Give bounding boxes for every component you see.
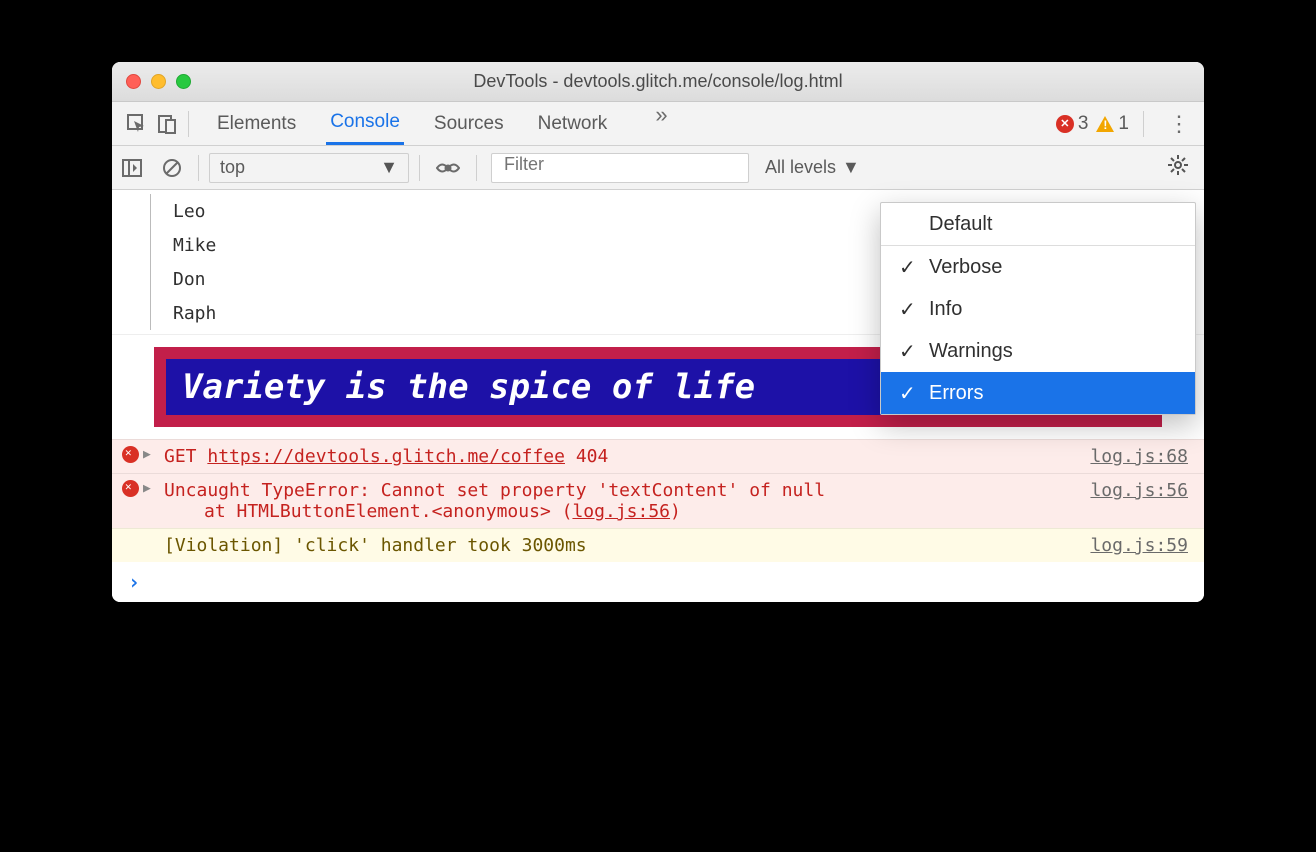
- stack-suffix: ): [670, 501, 681, 522]
- console-toolbar: top ▼ All levels ▼: [112, 146, 1204, 190]
- levels-menu-verbose[interactable]: Verbose: [881, 246, 1195, 288]
- error-count: 3: [1078, 113, 1089, 135]
- divider: [419, 155, 420, 181]
- levels-menu-info[interactable]: Info: [881, 288, 1195, 330]
- disclosure-triangle-icon[interactable]: ▶: [143, 481, 151, 496]
- levels-menu-default[interactable]: Default: [881, 203, 1195, 245]
- titlebar: DevTools - devtools.glitch.me/console/lo…: [112, 62, 1204, 102]
- warning-icon: [1096, 116, 1114, 132]
- source-link[interactable]: log.js:59: [1090, 535, 1188, 556]
- divider: [476, 155, 477, 181]
- inspect-element-icon[interactable]: [122, 114, 152, 134]
- source-link[interactable]: log.js:56: [572, 501, 670, 522]
- menu-item-label: Info: [929, 298, 962, 321]
- panel-tabs: Elements Console Sources Network »: [213, 102, 668, 145]
- http-status: 404: [576, 446, 609, 467]
- disclosure-triangle-icon[interactable]: ▶: [143, 447, 151, 462]
- divider: [1143, 111, 1144, 137]
- devtools-window: DevTools - devtools.glitch.me/console/lo…: [112, 62, 1204, 602]
- close-window-button[interactable]: [126, 74, 141, 89]
- console-violation-row[interactable]: [Violation] 'click' handler took 3000ms …: [112, 528, 1204, 562]
- source-link[interactable]: log.js:68: [1090, 446, 1188, 467]
- window-title: DevTools - devtools.glitch.me/console/lo…: [112, 71, 1204, 92]
- error-icon: [122, 446, 139, 463]
- main-tabbar: Elements Console Sources Network » 3 1 ⋮: [112, 102, 1204, 146]
- levels-menu-warnings[interactable]: Warnings: [881, 330, 1195, 372]
- warning-count-badge[interactable]: 1: [1096, 113, 1129, 135]
- error-icon: [1056, 115, 1074, 133]
- log-levels-select[interactable]: All levels ▼: [757, 157, 868, 178]
- device-toolbar-icon[interactable]: [152, 114, 182, 134]
- console-prompt[interactable]: ›: [112, 562, 1204, 602]
- maximize-window-button[interactable]: [176, 74, 191, 89]
- log-levels-menu: Default Verbose Info Warnings Errors: [880, 202, 1196, 415]
- error-icon: [122, 480, 139, 497]
- divider: [188, 111, 189, 137]
- console-error-row[interactable]: ▶ Uncaught TypeError: Cannot set propert…: [112, 473, 1204, 528]
- menu-item-label: Warnings: [929, 340, 1013, 363]
- error-message: Uncaught TypeError: Cannot set property …: [164, 480, 1080, 501]
- menu-item-label: Verbose: [929, 256, 1002, 279]
- traffic-lights: [112, 74, 191, 89]
- menu-item-label: Default: [929, 213, 992, 236]
- console-error-row[interactable]: ▶ GET https://devtools.glitch.me/coffee …: [112, 439, 1204, 473]
- menu-item-label: Errors: [929, 382, 983, 405]
- tab-console[interactable]: Console: [326, 102, 404, 145]
- warning-count: 1: [1118, 113, 1129, 135]
- toggle-sidebar-icon[interactable]: [112, 159, 152, 177]
- stack-prefix: at HTMLButtonElement.<anonymous> (: [204, 501, 572, 522]
- levels-menu-errors[interactable]: Errors: [881, 372, 1195, 414]
- filter-textfield[interactable]: [504, 154, 736, 175]
- error-url[interactable]: https://devtools.glitch.me/coffee: [207, 446, 565, 467]
- source-link[interactable]: log.js:56: [1090, 480, 1188, 501]
- tab-network[interactable]: Network: [534, 102, 612, 145]
- filter-input[interactable]: [491, 153, 749, 183]
- chevron-down-icon: ▼: [380, 157, 398, 178]
- live-expression-icon[interactable]: [426, 160, 470, 176]
- levels-label: All levels: [765, 157, 836, 178]
- clear-console-icon[interactable]: [152, 158, 192, 178]
- execution-context-select[interactable]: top ▼: [209, 153, 409, 183]
- tab-sources[interactable]: Sources: [430, 102, 508, 145]
- error-count-badge[interactable]: 3: [1056, 113, 1089, 135]
- context-label: top: [220, 157, 245, 178]
- chevron-down-icon: ▼: [842, 157, 860, 178]
- console-settings-icon[interactable]: [1152, 155, 1204, 180]
- more-tabs-button[interactable]: »: [655, 102, 667, 145]
- settings-menu-button[interactable]: ⋮: [1158, 119, 1200, 129]
- violation-message: [Violation] 'click' handler took 3000ms: [164, 535, 1080, 556]
- http-method: GET: [164, 446, 197, 467]
- minimize-window-button[interactable]: [151, 74, 166, 89]
- divider: [198, 155, 199, 181]
- tab-elements[interactable]: Elements: [213, 102, 300, 145]
